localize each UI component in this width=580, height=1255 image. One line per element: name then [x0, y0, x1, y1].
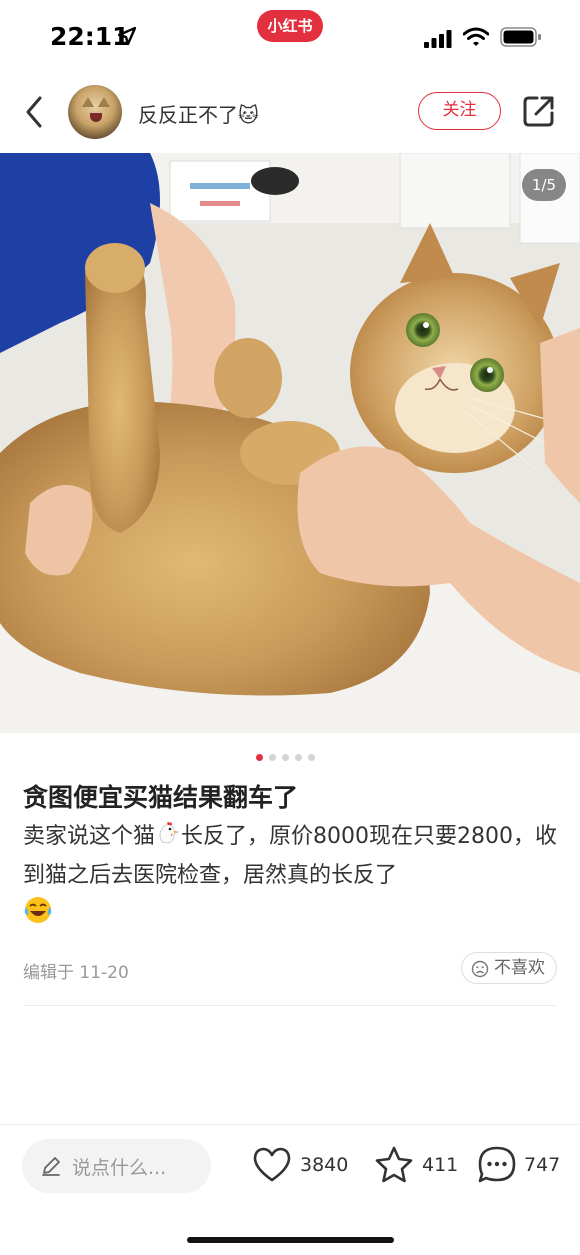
collect-button[interactable]: 411 [374, 1145, 459, 1185]
battery-icon [500, 27, 541, 47]
post-title: 贪图便宜买猫结果翻车了 [23, 783, 299, 812]
content-divider [23, 1005, 557, 1006]
location-arrow-icon [118, 27, 136, 45]
carousel-dot[interactable] [308, 754, 315, 761]
carousel-dot[interactable] [282, 754, 289, 761]
heart-icon [253, 1147, 291, 1182]
comment-input[interactable]: 说点什么... [22, 1139, 211, 1193]
frown-face-icon [471, 960, 489, 978]
collect-count: 411 [422, 1154, 459, 1176]
carousel-dot[interactable] [269, 754, 276, 761]
edit-date: 编辑于 11-20 [23, 963, 129, 983]
comment-bubble-icon [478, 1146, 516, 1183]
dislike-label: 不喜欢 [494, 958, 545, 978]
avatar[interactable] [68, 85, 122, 139]
comment-count: 747 [524, 1154, 561, 1176]
follow-button[interactable]: 关注 [418, 92, 501, 130]
cat-photo-illustration [0, 153, 580, 733]
post-body: 卖家说这个猫 长反了，原价8000现在只要2800，收到猫之后去医院检查，居然真… [23, 817, 558, 935]
wifi-icon [463, 27, 489, 46]
bottom-action-bar: 说点什么... 3840 411 747 [0, 1124, 580, 1255]
like-button[interactable]: 3840 [252, 1145, 352, 1185]
laughing-tears-emoji-icon [24, 897, 52, 923]
carousel-dot[interactable] [295, 754, 302, 761]
carousel-dot-active[interactable] [256, 754, 263, 761]
comment-placeholder: 说点什么... [72, 1157, 167, 1179]
post-photo[interactable]: 1/5 [0, 153, 580, 733]
photo-page-counter: 1/5 [522, 169, 566, 201]
home-indicator[interactable] [187, 1237, 394, 1243]
signal-icon [424, 30, 452, 48]
post-body-text-1: 卖家说这个猫 [23, 824, 156, 849]
back-icon[interactable] [22, 94, 50, 130]
post-header: 反反正不了🐱 关注 [0, 72, 580, 152]
like-count: 3840 [300, 1154, 349, 1176]
star-icon [375, 1146, 413, 1183]
author-name[interactable]: 反反正不了🐱 [138, 99, 259, 128]
comment-button[interactable]: 747 [477, 1145, 561, 1185]
share-icon[interactable] [522, 94, 556, 128]
carousel-dots [256, 746, 321, 761]
chicken-emoji-icon [159, 822, 180, 844]
pencil-icon [42, 1157, 60, 1176]
dislike-button[interactable]: 不喜欢 [461, 952, 557, 984]
app-brand-badge: 小红书 [257, 10, 323, 42]
status-bar: 22:11 小红书 [0, 0, 580, 72]
